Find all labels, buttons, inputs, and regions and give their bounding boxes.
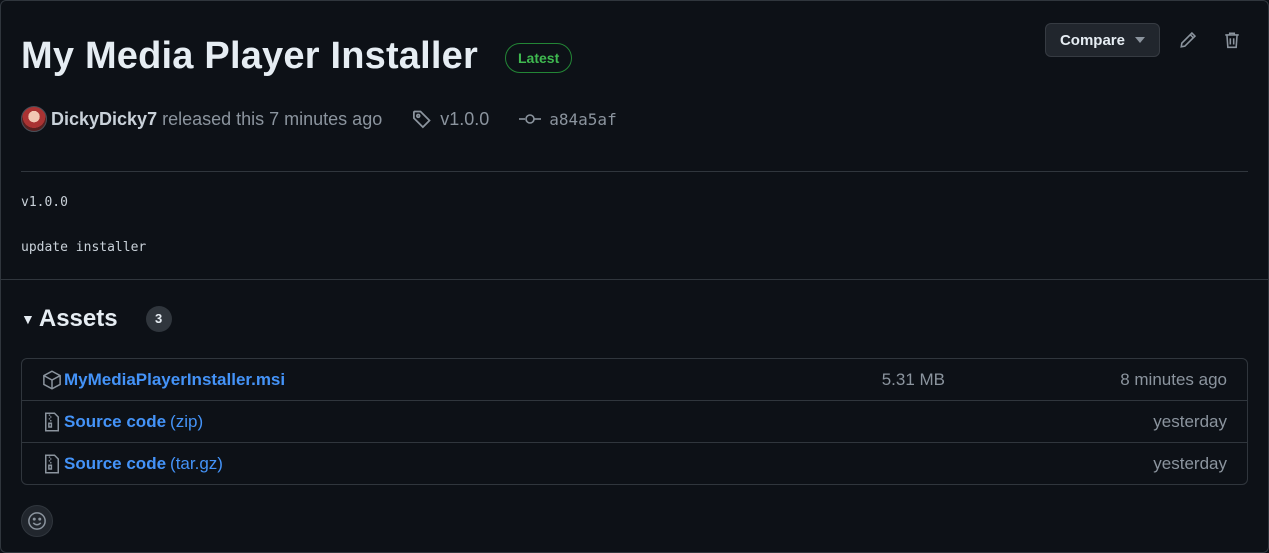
asset-link[interactable]: Source code (tar.gz) (64, 454, 223, 474)
tag-icon (413, 110, 431, 129)
release-notes: v1.0.0 update installer (21, 195, 146, 285)
asset-name: Source code (64, 411, 167, 431)
assets-title: Assets (38, 305, 118, 332)
file-zip-icon (45, 412, 59, 431)
asset-row: MyMediaPlayerInstaller.msi 5.31 MB 8 min… (22, 359, 1247, 400)
released-text: released this 7 minutes ago (162, 108, 383, 129)
release-header: My Media Player Installer Latest Compare (21, 23, 1248, 89)
latest-badge: Latest (505, 43, 573, 73)
assets-count-badge: 3 (145, 306, 172, 332)
avatar[interactable] (21, 106, 47, 132)
divider (21, 171, 1248, 172)
asset-row: Source code (zip) yesterday (22, 400, 1247, 442)
release-title[interactable]: My Media Player Installer (21, 35, 478, 78)
delete-button[interactable] (1216, 24, 1248, 56)
file-zip-icon (45, 454, 59, 473)
tag-label: v1.0.0 (440, 108, 490, 129)
divider (1, 279, 1268, 280)
asset-size: 5.31 MB (881, 369, 945, 389)
compare-label: Compare (1059, 31, 1125, 49)
commit-sha: a84a5af (549, 109, 617, 129)
compare-button[interactable]: Compare (1044, 23, 1160, 57)
asset-link[interactable]: Source code (zip) (64, 412, 203, 432)
asset-format: (zip) (170, 411, 204, 431)
release-actions: Compare (1044, 23, 1248, 57)
release-card: My Media Player Installer Latest Compare… (0, 0, 1269, 553)
assets-toggle[interactable]: ▼ Assets 3 (21, 305, 172, 333)
asset-time: 8 minutes ago (1120, 369, 1227, 389)
trash-icon (1225, 32, 1239, 49)
add-reaction-button[interactable] (21, 505, 53, 537)
author-link[interactable]: DickyDicky7 (51, 109, 157, 130)
asset-format: (tar.gz) (170, 453, 223, 473)
asset-link[interactable]: MyMediaPlayerInstaller.msi (64, 370, 285, 390)
release-meta: DickyDicky7 released this 7 minutes ago … (21, 105, 617, 133)
caret-down-icon: ▼ (21, 311, 35, 327)
package-icon (43, 369, 61, 390)
asset-time: yesterday (1153, 453, 1227, 473)
commit-link[interactable]: a84a5af (519, 109, 617, 129)
edit-button[interactable] (1172, 24, 1204, 56)
tag-link[interactable]: v1.0.0 (412, 109, 489, 130)
pencil-icon (1180, 31, 1197, 48)
assets-list: MyMediaPlayerInstaller.msi 5.31 MB 8 min… (21, 358, 1248, 485)
notes-line: v1.0.0 (21, 195, 68, 210)
asset-row: Source code (tar.gz) yesterday (22, 442, 1247, 484)
asset-time: yesterday (1153, 411, 1227, 431)
smiley-icon (28, 512, 46, 530)
triangle-down-icon (1135, 37, 1145, 43)
commit-icon (519, 114, 542, 124)
asset-name: Source code (64, 453, 167, 473)
